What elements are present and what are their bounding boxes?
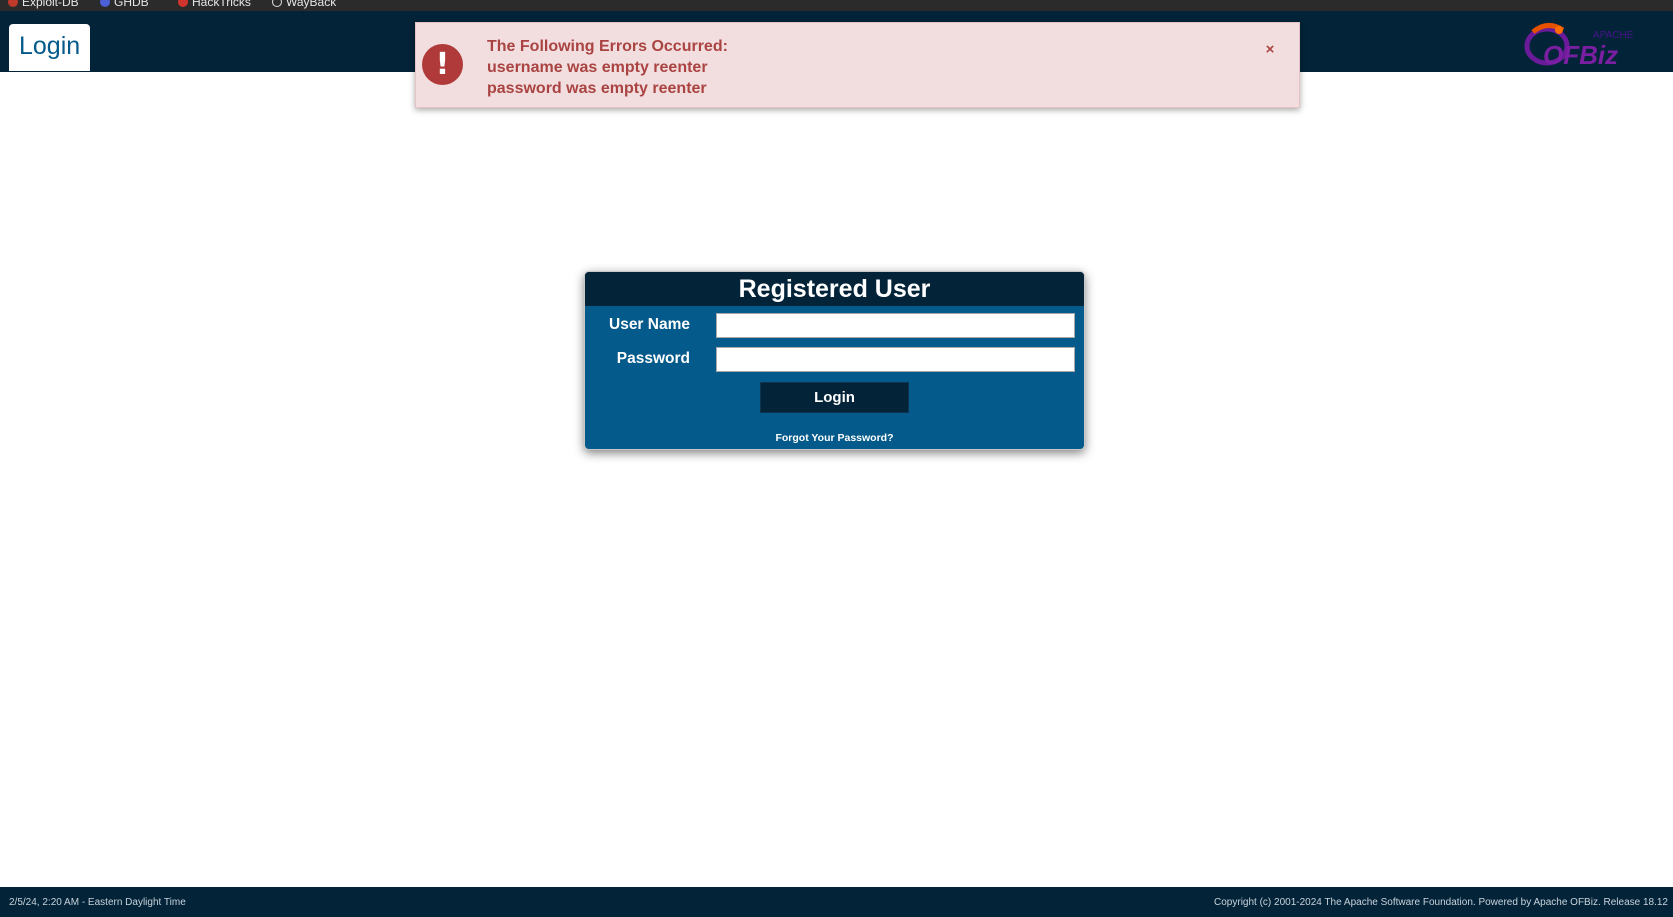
alert-message: password was empty reenter <box>487 80 707 97</box>
wayback-icon <box>272 0 282 7</box>
footer-datetime: 2/5/24, 2:20 AM - Eastern Daylight Time <box>9 897 186 908</box>
ghdb-icon <box>100 0 110 7</box>
close-icon[interactable]: × <box>1262 42 1278 58</box>
bookmark-hacktricks[interactable]: HackTricks <box>178 0 251 9</box>
ofbiz-logo-icon: OFBiz APACHE <box>1524 23 1634 70</box>
login-panel: Registered User User Name Password Login… <box>584 271 1085 450</box>
bookmark-label: Exploit-DB <box>22 0 79 9</box>
username-label: User Name <box>609 316 690 333</box>
bookmark-ghdb[interactable]: GHDB <box>100 0 149 9</box>
ofbiz-logo[interactable]: OFBiz APACHE <box>1523 20 1645 70</box>
exclamation-icon: ! <box>422 44 463 85</box>
alert-content: The Following Errors Occurred: username … <box>487 36 728 99</box>
bookmark-wayback[interactable]: WayBack <box>272 0 336 9</box>
alert-title: The Following Errors Occurred: <box>487 38 728 55</box>
username-row: User Name <box>585 313 1084 339</box>
tab-login[interactable]: Login <box>9 24 90 71</box>
login-button[interactable]: Login <box>760 382 909 413</box>
login-title: Registered User <box>585 272 1084 306</box>
bookmark-label: HackTricks <box>192 0 251 9</box>
exploit-db-icon <box>8 0 18 7</box>
alert-message: username was empty reenter <box>487 59 708 76</box>
forgot-password-link[interactable]: Forgot Your Password? <box>585 432 1084 444</box>
error-alert: ! The Following Errors Occurred: usernam… <box>415 22 1300 108</box>
password-label: Password <box>616 350 690 367</box>
password-row: Password <box>585 347 1084 373</box>
password-field[interactable] <box>716 347 1075 372</box>
bookmark-exploit-db[interactable]: Exploit-DB <box>8 0 79 9</box>
logo-sub: APACHE <box>1593 30 1634 41</box>
hacktricks-icon <box>178 0 188 7</box>
footer-copyright: Copyright (c) 2001-2024 The Apache Softw… <box>1214 897 1668 908</box>
logo-text: OFBiz <box>1543 40 1618 68</box>
footer: 2/5/24, 2:20 AM - Eastern Daylight Time … <box>0 887 1673 917</box>
bookmark-label: GHDB <box>114 0 149 9</box>
bookmark-label: WayBack <box>286 0 337 9</box>
bookmarks-bar: Exploit-DB GHDB HackTricks WayBack <box>0 0 1673 11</box>
tab-login-label: Login <box>19 32 81 60</box>
username-field[interactable] <box>716 313 1075 338</box>
